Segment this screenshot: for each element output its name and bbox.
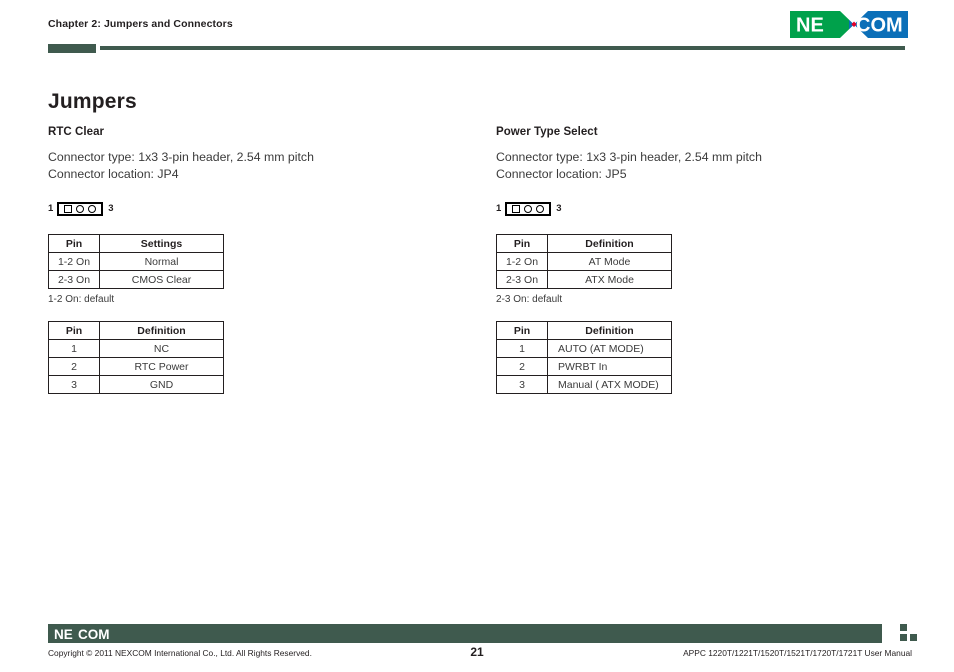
jumper-pin-2-icon [524,205,533,213]
table-row: 2-3 On ATX Mode [496,270,672,289]
table-row: 2-3 On CMOS Clear [48,270,224,289]
cell-pin: 2 [496,357,548,376]
cell-pin: 2-3 On [48,270,100,289]
cell-definition: AUTO (AT MODE) [547,339,672,358]
svg-text:NE: NE [796,15,824,37]
connector-type: Connector type: 1x3 3-pin header, 2.54 m… [48,150,314,164]
table-row: 3 GND [48,375,224,394]
column-header-definition: Definition [547,234,672,253]
cell-definition: GND [99,375,224,394]
table-header-row: Pin Settings [48,234,224,253]
cell-pin: 2-3 On [496,270,548,289]
footer-nexcom-logo: NE COM [54,627,150,642]
column-header-pin: Pin [496,234,548,253]
table-row: 1-2 On AT Mode [496,252,672,271]
svg-text:COM: COM [78,627,110,641]
cell-setting: Normal [99,252,224,271]
jumper-end-label: 3 [556,203,562,215]
svg-text:COM: COM [856,15,903,37]
jumper-pin-2-icon [76,205,85,213]
footer-manual-title: APPC 1220T/1221T/1520T/1521T/1720T/1721T… [683,648,912,658]
section-title: RTC Clear [48,126,105,138]
cell-definition: AT Mode [547,252,672,271]
table-row: 1-2 On Normal [48,252,224,271]
cell-pin: 1 [48,339,100,358]
table-header-row: Pin Definition [496,321,672,340]
jumper-pin-3-icon [536,205,545,213]
jumper-diagram: 1 3 [496,200,916,218]
cell-pin: 1-2 On [48,252,100,271]
settings-table: Pin Definition 1-2 On AT Mode 2-3 On ATX… [496,234,672,289]
jumper-start-label: 1 [496,203,502,215]
column-header-pin: Pin [48,234,100,253]
cell-definition: PWRBT In [547,357,672,376]
table-row: 1 AUTO (AT MODE) [496,339,672,358]
section-power-type-select: Power Type Select Connector type: 1x3 3-… [496,126,916,394]
deco-block-tall [900,624,907,631]
column-header-definition: Definition [547,321,672,340]
column-header-pin: Pin [496,321,548,340]
jumper-start-label: 1 [48,203,54,215]
footer-bar: NE COM [48,624,882,643]
cell-definition: Manual ( ATX MODE) [547,375,672,394]
jumper-diagram: 1 3 [48,200,468,218]
connector-location: Connector location: JP5 [496,166,627,181]
jumper-body [505,202,552,216]
cell-pin: 1-2 On [496,252,548,271]
cell-pin: 2 [48,357,100,376]
footer-decoration [886,624,918,643]
page-footer: NE COM Copyright © 2011 NEXCOM Internati… [0,616,954,672]
connector-location: Connector location: JP4 [48,166,179,181]
table-row: 3 Manual ( ATX MODE) [496,375,672,394]
chapter-label: Chapter 2: Jumpers and Connectors [48,18,233,30]
table-row: 2 PWRBT In [496,357,672,376]
header-rule-block [48,44,96,53]
table-row: 2 RTC Power [48,357,224,376]
nexcom-logo: NE COM [790,11,908,38]
cell-definition: ATX Mode [547,270,672,289]
jumper-end-label: 3 [108,203,114,215]
jumper-body [57,202,104,216]
cell-definition: RTC Power [99,357,224,376]
cell-setting: CMOS Clear [99,270,224,289]
table-header-row: Pin Definition [48,321,224,340]
connector-type: Connector type: 1x3 3-pin header, 2.54 m… [496,150,762,164]
cell-pin: 3 [496,375,548,394]
settings-table: Pin Settings 1-2 On Normal 2-3 On CMOS C… [48,234,224,289]
table-header-row: Pin Definition [496,234,672,253]
jumper-pin-1-icon [512,205,521,213]
jumper-pin-3-icon [88,205,97,213]
cell-definition: NC [99,339,224,358]
column-header-settings: Settings [99,234,224,253]
cell-pin: 3 [48,375,100,394]
deco-block-small-2 [910,634,917,641]
page-title: Jumpers [48,90,137,113]
deco-block-small-1 [900,634,907,641]
header-rule-line [100,46,905,50]
svg-text:NE: NE [54,627,73,641]
section-rtc-clear: RTC Clear Connector type: 1x3 3-pin head… [48,126,468,394]
cell-pin: 1 [496,339,548,358]
definition-table: Pin Definition 1 NC 2 RTC Power 3 GND [48,321,224,394]
column-header-pin: Pin [48,321,100,340]
jumper-pin-1-icon [64,205,73,213]
settings-table-note: 2-3 On: default [496,294,563,305]
settings-table-note: 1-2 On: default [48,294,115,305]
table-row: 1 NC [48,339,224,358]
column-header-definition: Definition [99,321,224,340]
definition-table: Pin Definition 1 AUTO (AT MODE) 2 PWRBT … [496,321,672,394]
section-title: Power Type Select [496,126,598,138]
page-header: Chapter 2: Jumpers and Connectors NE COM [0,0,954,60]
